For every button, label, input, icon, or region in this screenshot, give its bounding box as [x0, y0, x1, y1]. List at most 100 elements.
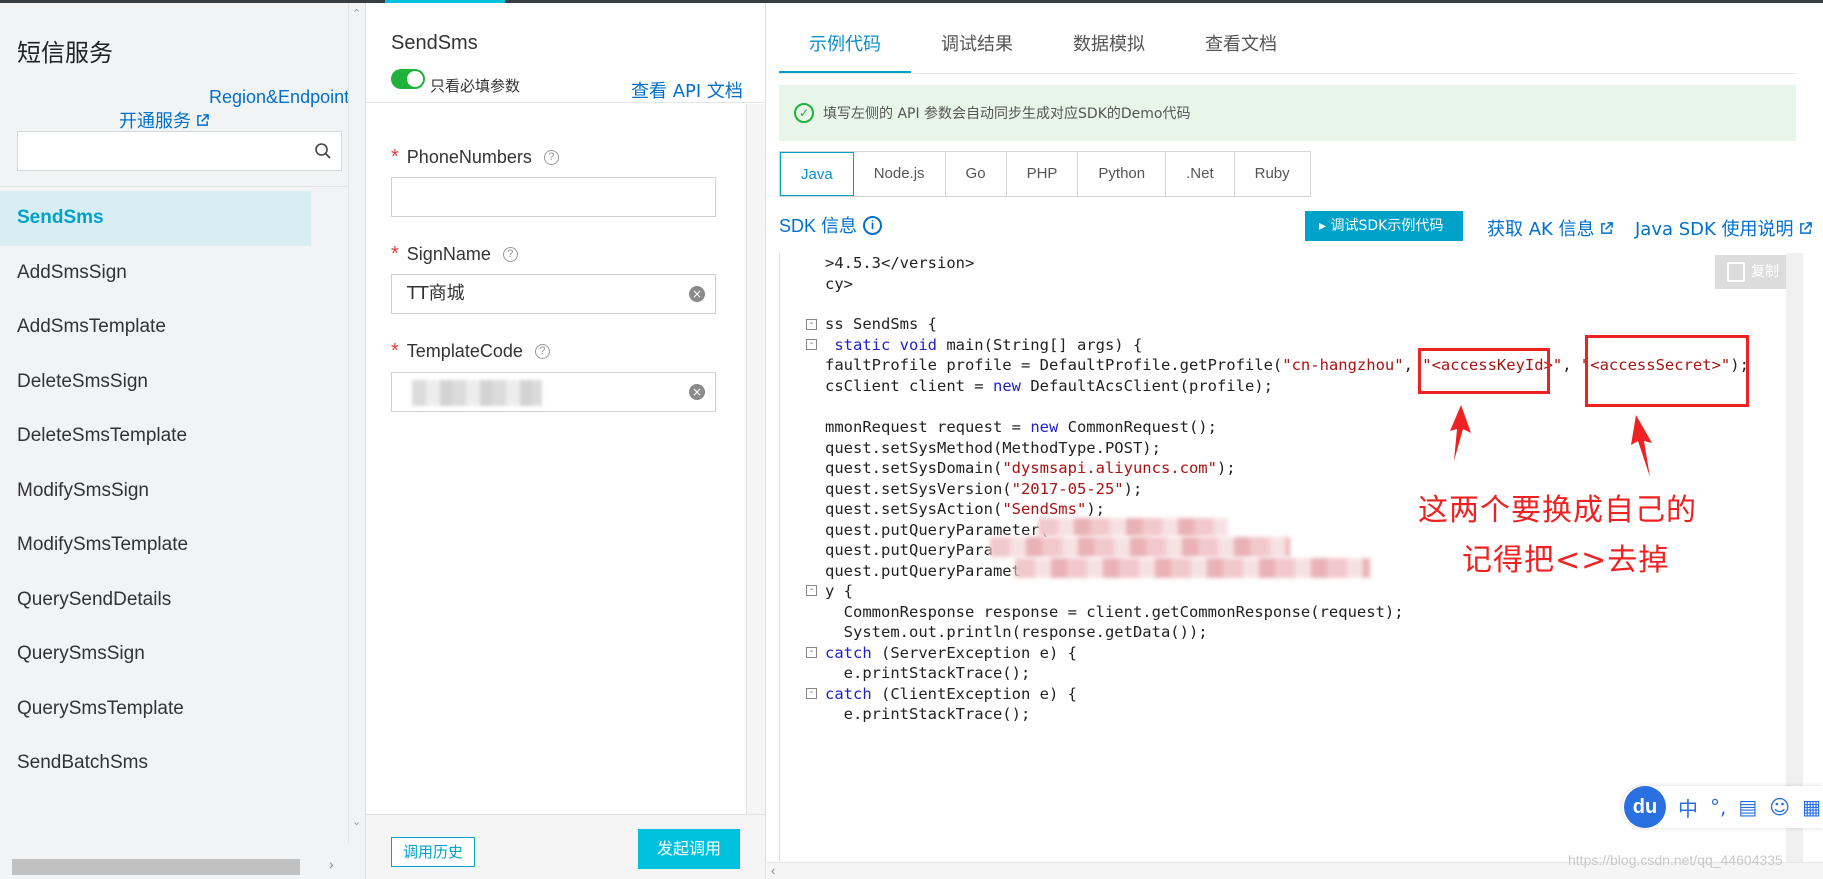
required-marker: * — [391, 340, 399, 362]
sidebar-item-querysmssign[interactable]: QuerySmsSign — [0, 627, 348, 682]
required-only-toggle[interactable] — [391, 69, 425, 89]
lang-tab-dotnet[interactable]: .Net — [1166, 152, 1235, 196]
ime-punctuation-icon[interactable]: °, — [1710, 795, 1726, 819]
tab-view-docs[interactable]: 查看文档 — [1175, 3, 1307, 73]
code-line: catch (ClientException e) { — [825, 684, 1077, 705]
sidebar-item-modifysmstemplate[interactable]: ModifySmsTemplate — [0, 518, 348, 573]
debug-sdk-button[interactable]: ▸ 调试SDK示例代码 — [1305, 211, 1463, 241]
phonenumbers-field[interactable] — [391, 177, 716, 217]
info-icon[interactable]: i — [863, 215, 883, 235]
code-line: quest.putQueryPara — [825, 541, 993, 559]
ime-toolbar[interactable]: du 中 °, ▤ ☺ ▦ — [1622, 786, 1823, 828]
fold-toggle-icon[interactable]: - — [806, 585, 817, 596]
redacted-code — [990, 537, 1290, 557]
sidebar-item-querysenddetails[interactable]: QuerySendDetails — [0, 573, 348, 628]
templatecode-field[interactable]: × — [391, 372, 716, 412]
lang-tab-nodejs[interactable]: Node.js — [854, 152, 946, 196]
sidebar-item-modifysmssign[interactable]: ModifySmsSign — [0, 464, 348, 519]
code-line: ss SendSms { — [825, 315, 937, 333]
api-doc-link[interactable]: 查看 API 文档 — [631, 77, 743, 103]
sidebar-vertical-scrollbar[interactable]: ⌃ ⌄ — [348, 3, 365, 843]
scroll-up-icon[interactable]: ⌃ — [352, 7, 361, 20]
tab-debug-result[interactable]: 调试结果 — [911, 3, 1043, 73]
lang-tab-java[interactable]: Java — [780, 152, 854, 196]
sidebar-item-deletesmssign[interactable]: DeleteSmsSign — [0, 355, 348, 410]
fold-toggle-icon[interactable]: - — [806, 647, 817, 658]
code-line: mmonRequest request = new CommonRequest(… — [825, 417, 1217, 438]
fold-toggle-icon[interactable]: - — [806, 688, 817, 699]
sidebar-horizontal-scrollbar[interactable]: › — [0, 839, 348, 879]
access-key-highlight-box — [1418, 348, 1550, 394]
clear-icon[interactable]: × — [689, 286, 705, 302]
open-service-link[interactable]: 开通服务 — [119, 107, 209, 133]
sdk-info-link[interactable]: SDK 信息 i — [779, 212, 883, 238]
form-scrollbar[interactable] — [746, 104, 765, 814]
tabs-divider — [779, 73, 1796, 74]
api-search-input[interactable] — [17, 131, 342, 171]
scroll-left-icon[interactable]: ‹ — [771, 863, 775, 878]
code-text: quest.setSysVersion( — [825, 480, 1012, 498]
code-vertical-scrollbar[interactable] — [1786, 253, 1803, 863]
signname-field[interactable]: TT商城 × — [391, 274, 716, 314]
help-icon[interactable]: ? — [534, 344, 550, 359]
call-history-button[interactable]: 调用历史 — [391, 837, 475, 867]
code-line: cy> — [825, 275, 853, 293]
ime-keyboard-icon[interactable]: ▤ — [1738, 795, 1757, 819]
code-line: csClient client = new DefaultAcsClient(p… — [825, 376, 1273, 397]
fold-toggle-icon[interactable]: - — [806, 319, 817, 330]
sidebar-item-querysmstemplate[interactable]: QuerySmsTemplate — [0, 682, 348, 737]
code-line: quest.setSysVersion("2017-05-25"); — [825, 479, 1142, 500]
invoke-button[interactable]: 发起调用 — [638, 829, 740, 869]
tab-data-mock[interactable]: 数据模拟 — [1043, 3, 1175, 73]
clear-icon[interactable]: × — [689, 384, 705, 400]
code-text: quest.setSysDomain( — [825, 459, 1003, 477]
code-keyword: new — [1030, 418, 1059, 436]
red-arrow-icon — [1450, 405, 1471, 461]
code-editor[interactable]: >4.5.3</version> cy> - ss SendSms { - st… — [779, 253, 1799, 863]
scrollbar-thumb[interactable] — [12, 859, 300, 875]
help-icon[interactable]: ? — [502, 247, 518, 262]
search-icon[interactable] — [314, 142, 332, 160]
lang-tab-python[interactable]: Python — [1078, 152, 1167, 196]
api-name-title: SendSms — [391, 32, 478, 54]
sidebar-item-addsmstemplate[interactable]: AddSmsTemplate — [0, 300, 348, 355]
copy-icon — [1727, 262, 1745, 282]
templatecode-label: * TemplateCode ? — [391, 340, 550, 363]
play-icon: ▸ — [1319, 218, 1331, 234]
help-icon[interactable]: ? — [543, 150, 559, 165]
fold-toggle-icon[interactable]: - — [806, 339, 817, 350]
scroll-down-icon[interactable]: ⌄ — [352, 815, 361, 828]
parameter-panel-header: SendSms 只看必填参数 查看 API 文档 — [366, 3, 765, 103]
debug-sdk-label: 调试SDK示例代码 — [1330, 218, 1444, 234]
sidebar-item-addsmssign[interactable]: AddSmsSign — [0, 246, 348, 301]
sidebar-item-sendbatchsms[interactable]: SendBatchSms — [0, 736, 348, 791]
code-panel: 示例代码 调试结果 数据模拟 查看文档 ✓ 填写左侧的 API 参数会自动同步生… — [767, 3, 1823, 879]
code-line: y { — [825, 582, 853, 600]
sidebar-item-deletesmstemplate[interactable]: DeleteSmsTemplate — [0, 409, 348, 464]
region-endpoint-link[interactable]: Region&Endpoint — [209, 87, 349, 108]
red-arrow-icon — [1631, 415, 1652, 477]
get-ak-link[interactable]: 获取 AK 信息 — [1487, 215, 1613, 241]
watermark: https://blog.csdn.net/qq_44604335 — [1568, 852, 1783, 868]
sidebar-item-sendsms[interactable]: SendSms — [0, 191, 311, 246]
baidu-ime-logo[interactable]: du — [1624, 786, 1666, 828]
lang-tab-ruby[interactable]: Ruby — [1235, 152, 1310, 196]
get-ak-label: 获取 AK 信息 — [1487, 219, 1595, 240]
ime-chinese-mode-icon[interactable]: 中 — [1678, 793, 1698, 822]
notice-text: 填写左侧的 API 参数会自动同步生成对应SDK的Demo代码 — [823, 106, 1191, 122]
lang-tab-php[interactable]: PHP — [1007, 152, 1079, 196]
code-text: (ClientException e) { — [871, 685, 1077, 703]
open-service-label: 开通服务 — [119, 111, 191, 132]
required-marker: * — [391, 243, 399, 265]
sidebar-divider — [0, 186, 348, 187]
sdk-info-label: SDK 信息 — [779, 216, 858, 236]
signname-label: * SignName ? — [391, 243, 518, 266]
parameter-form: * PhoneNumbers ? * SignName ? TT商城 × * T… — [366, 104, 746, 814]
ime-user-icon[interactable]: ☺ — [1769, 795, 1790, 819]
tab-sample-code[interactable]: 示例代码 — [779, 3, 911, 73]
scroll-right-icon[interactable]: › — [329, 856, 334, 872]
code-text: DefaultAcsClient(profile); — [1020, 377, 1273, 395]
java-sdk-guide-link[interactable]: Java SDK 使用说明 — [1635, 215, 1812, 241]
lang-tab-go[interactable]: Go — [946, 152, 1007, 196]
ime-menu-icon[interactable]: ▦ — [1802, 795, 1821, 819]
